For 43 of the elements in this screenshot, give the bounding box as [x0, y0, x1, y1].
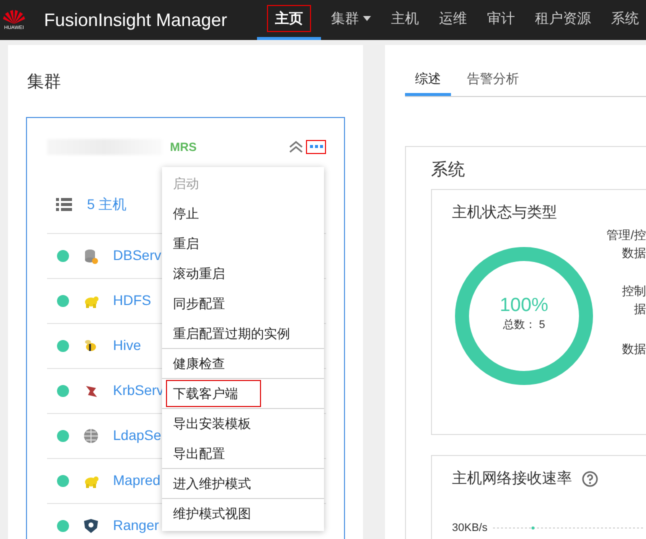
menu-item[interactable]: 重启配置过期的实例 [166, 320, 320, 347]
nav-tab[interactable]: 集群 [321, 0, 382, 40]
logo-icon [2, 9, 26, 25]
nav-tab[interactable]: 主页 [257, 0, 322, 40]
menu-item[interactable]: 健康检查 [166, 350, 320, 377]
axis-tick-label: 30KB/s [452, 521, 488, 536]
menu-item[interactable]: 停止 [166, 200, 320, 227]
more-button[interactable] [306, 140, 326, 154]
menu-item[interactable]: 进入维护模式 [166, 470, 320, 497]
nav-tab[interactable]: 运维 [429, 0, 478, 40]
bee-icon [83, 338, 99, 354]
nav-tab[interactable]: 租户资源 [525, 0, 602, 40]
tab[interactable]: 告警分析 [457, 65, 529, 96]
tab[interactable]: 综述 [405, 65, 451, 96]
help-icon[interactable] [582, 470, 598, 487]
menu-item[interactable]: 下载客户端 [166, 380, 261, 407]
menu-item[interactable]: 同步配置 [166, 290, 320, 317]
section-title: 系统 [431, 159, 466, 181]
nav-tab[interactable]: 主机 [381, 0, 430, 40]
menu-item[interactable]: 导出安装模板 [166, 410, 320, 437]
menu-item[interactable]: 滚动重启 [166, 260, 320, 287]
legend-label: 控制 [622, 283, 646, 300]
percent-value: 100% [500, 294, 548, 317]
legend-label: 数据 [622, 245, 646, 262]
nav-tab[interactable]: 审计 [477, 0, 526, 40]
globe-icon [83, 428, 99, 444]
menu-item[interactable]: 维护模式视图 [166, 500, 320, 527]
panel-title: 集群 [26, 71, 62, 93]
shield-icon [83, 518, 99, 534]
legend-label: 管理/控 [606, 227, 646, 244]
cluster-type: MRS [170, 138, 197, 156]
total-count: 总数： 5 [502, 318, 546, 333]
card-title: 主机状态与类型 [452, 202, 558, 222]
card-title: 主机网络接收速率 [452, 468, 572, 488]
list-icon [56, 198, 72, 210]
database-icon [83, 248, 99, 264]
nav-tab[interactable]: 系统 [601, 0, 646, 40]
app-title: FusionInsight Manager [44, 8, 228, 32]
double-chevron-up-icon[interactable] [289, 140, 303, 152]
menu-item[interactable]: 导出配置 [166, 440, 320, 467]
legend-label: 数据 [622, 341, 646, 358]
legend-label: 据 [634, 301, 646, 318]
menu-item[interactable]: 重启 [166, 230, 320, 257]
